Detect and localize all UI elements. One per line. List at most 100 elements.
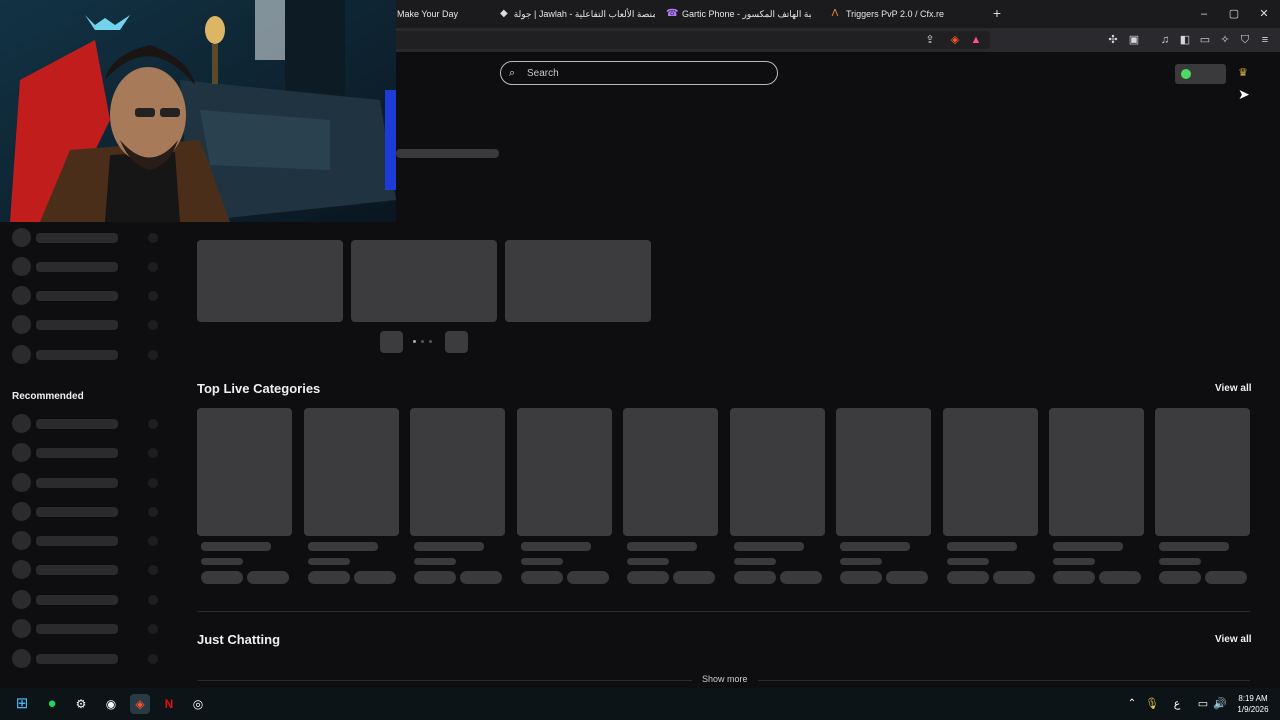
sidebar-text-skeleton <box>36 507 118 517</box>
sidebar-avatar-skeleton <box>12 345 31 364</box>
share-icon[interactable]: ⇪ <box>922 32 938 48</box>
netflix-icon[interactable]: N <box>159 694 179 714</box>
category-card[interactable] <box>304 408 399 536</box>
windows-start-icon[interactable]: ⊞ <box>12 694 32 714</box>
user-status-button[interactable] <box>1175 64 1226 84</box>
show-more-button[interactable]: Show more <box>692 674 758 684</box>
sidebar-count-skeleton <box>148 478 158 488</box>
sidebar-text-skeleton <box>36 233 118 243</box>
category-title-skeleton <box>308 542 378 551</box>
url-field[interactable] <box>394 31 990 49</box>
category-title-skeleton <box>947 542 1017 551</box>
carousel-dot[interactable] <box>413 340 416 343</box>
sidebar-text-skeleton <box>36 565 118 575</box>
carousel-dot[interactable] <box>421 340 424 343</box>
tab-jawlah[interactable]: ◆ جولة | Jawlah - منصة الألعاب التفاعلية <box>500 0 655 28</box>
sidebar-text-skeleton <box>36 624 118 634</box>
system-clock[interactable]: 8:19 AM 1/9/2026 <box>1229 693 1277 715</box>
category-tag-skeleton <box>993 571 1035 584</box>
leo-ai-icon[interactable]: ✧ <box>1217 32 1233 48</box>
menu-icon[interactable]: ≡ <box>1257 32 1273 48</box>
search-input[interactable] <box>527 67 757 79</box>
sidebar-text-skeleton <box>36 536 118 546</box>
category-tag-skeleton <box>1053 571 1095 584</box>
category-title-skeleton <box>414 542 484 551</box>
brave-shields-icon[interactable]: ◈ <box>947 32 963 48</box>
sidebar-avatar-skeleton <box>12 443 31 462</box>
tab-manager-icon[interactable]: ▣ <box>1126 32 1142 48</box>
maximize-button[interactable]: ▢ <box>1226 6 1242 22</box>
category-tag-skeleton <box>247 571 289 584</box>
sidebar-text-skeleton <box>36 448 118 458</box>
carousel-dot[interactable] <box>429 340 432 343</box>
section-divider <box>197 611 1250 612</box>
category-card[interactable] <box>730 408 825 536</box>
featured-stream-card[interactable] <box>505 240 651 322</box>
category-card[interactable] <box>197 408 292 536</box>
featured-stream-card[interactable] <box>197 240 343 322</box>
sidebar-count-skeleton <box>148 595 158 605</box>
carousel-next-button[interactable] <box>445 331 468 353</box>
tab-make-your-day[interactable]: Make Your Day <box>397 0 492 28</box>
sidebar-text-skeleton <box>36 350 118 360</box>
tab-cfx[interactable]: Λ Triggers PvP 2.0 / Cfx.re <box>830 0 980 28</box>
category-card[interactable] <box>410 408 505 536</box>
jawlah-icon: ◆ <box>500 8 508 19</box>
clock-date: 1/9/2026 <box>1237 705 1269 714</box>
brave-rewards-icon[interactable]: ▲ <box>968 32 984 48</box>
obs-icon[interactable]: ◉ <box>101 694 121 714</box>
category-title-skeleton <box>521 542 591 551</box>
carousel-prev-button[interactable] <box>380 331 403 353</box>
category-card[interactable] <box>1155 408 1250 536</box>
avatar[interactable]: ♛ <box>1236 66 1250 80</box>
tray-overflow-icon[interactable]: ⌃ <box>1122 694 1142 714</box>
brave-icon[interactable]: ◈ <box>130 694 150 714</box>
sidebar-avatar-skeleton <box>12 315 31 334</box>
minimize-button[interactable]: – <box>1196 6 1212 22</box>
category-title-skeleton <box>627 542 697 551</box>
search-bar[interactable]: ⌕ <box>500 61 778 85</box>
new-tab-button[interactable]: + <box>989 5 1005 21</box>
sidebar-count-skeleton <box>148 233 158 243</box>
extensions-icon[interactable]: ✣ <box>1105 32 1121 48</box>
category-viewers-skeleton <box>414 558 456 565</box>
steam-icon[interactable]: ⚙ <box>71 694 91 714</box>
tab-gartic-phone[interactable]: ☎ Gartic Phone - لعبة الهاتف المكسور <box>666 0 811 28</box>
microphone-icon[interactable]: 🎙 <box>1142 694 1162 714</box>
sidebar-toggle-icon[interactable]: ◧ <box>1177 32 1193 48</box>
volume-icon[interactable]: 🔊 <box>1210 694 1230 714</box>
category-tag-skeleton <box>840 571 882 584</box>
spotify-icon[interactable]: ● <box>42 694 62 714</box>
sidebar-count-skeleton <box>148 262 158 272</box>
app-icon[interactable]: ◎ <box>188 694 208 714</box>
category-tag-skeleton <box>201 571 243 584</box>
sidebar-text-skeleton <box>36 478 118 488</box>
sidebar-avatar-skeleton <box>12 473 31 492</box>
view-all-link[interactable]: View all <box>1215 383 1252 394</box>
wallet-icon[interactable]: ▭ <box>1197 32 1213 48</box>
sidebar-count-skeleton <box>148 448 158 458</box>
category-tag-skeleton <box>521 571 563 584</box>
category-title-skeleton <box>201 542 271 551</box>
category-card[interactable] <box>517 408 612 536</box>
category-card[interactable] <box>623 408 718 536</box>
category-tag-skeleton <box>886 571 928 584</box>
input-language[interactable]: ع <box>1167 694 1187 714</box>
category-title-skeleton <box>1053 542 1123 551</box>
webcam-overlay <box>0 0 396 222</box>
media-icon[interactable]: ♫ <box>1157 32 1173 48</box>
sidebar-text-skeleton <box>36 291 118 301</box>
category-viewers-skeleton <box>1159 558 1201 565</box>
vpn-icon[interactable]: ⛉ <box>1237 32 1253 48</box>
category-tag-skeleton <box>780 571 822 584</box>
category-card[interactable] <box>1049 408 1144 536</box>
category-card[interactable] <box>836 408 931 536</box>
webcam-image <box>0 0 396 222</box>
sidebar-avatar-skeleton <box>12 619 31 638</box>
close-window-button[interactable]: ✕ <box>1256 6 1272 22</box>
view-all-link[interactable]: View all <box>1215 634 1252 645</box>
featured-stream-card[interactable] <box>351 240 497 322</box>
category-card[interactable] <box>943 408 1038 536</box>
category-viewers-skeleton <box>947 558 989 565</box>
sidebar-avatar-skeleton <box>12 257 31 276</box>
